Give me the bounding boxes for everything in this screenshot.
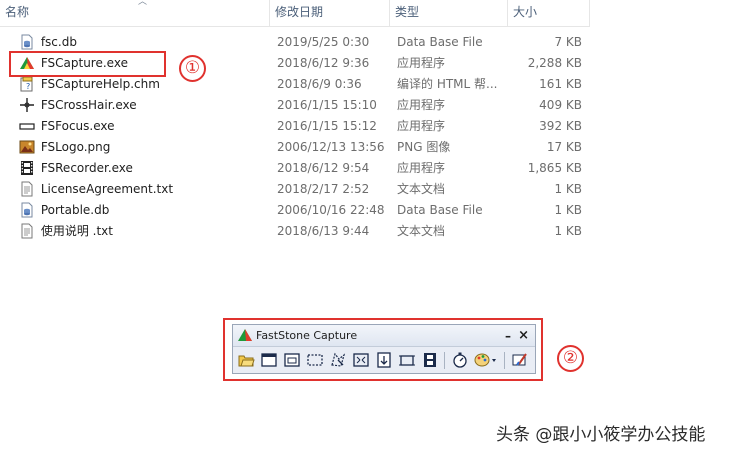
file-row[interactable]: fsc.db 2019/5/25 0:30 Data Base File 7 K… (0, 32, 600, 53)
watermark-text: 头条 @跟小小筱学办公技能 (496, 425, 706, 445)
file-date: 2018/6/12 9:54 (277, 161, 370, 175)
file-size: 7 KB (554, 35, 582, 49)
file-name: FSFocus.exe (40, 119, 115, 133)
file-type: 编译的 HTML 帮... (397, 77, 498, 91)
file-type: 应用程序 (397, 161, 446, 175)
file-size: 1 KB (554, 224, 582, 238)
file-size: 1,865 KB (527, 161, 582, 175)
faststone-logo-icon (238, 329, 252, 341)
file-name: FSRecorder.exe (40, 161, 133, 175)
delay-timer-icon[interactable] (450, 350, 470, 370)
file-date: 2016/1/15 15:12 (277, 119, 377, 133)
file-size: 161 KB (539, 77, 582, 91)
file-date: 2006/10/16 22:48 (277, 203, 385, 217)
file-type: 应用程序 (397, 98, 446, 112)
sort-up-icon: ︿ (138, 0, 148, 7)
file-type: Data Base File (397, 35, 483, 49)
file-name: Portable.db (40, 203, 110, 217)
open-folder-icon[interactable] (236, 350, 256, 370)
file-name: FSLogo.png (40, 140, 111, 154)
file-date: 2018/6/12 9:36 (277, 56, 370, 70)
png-image-icon (19, 139, 35, 155)
crosshair-icon (19, 97, 35, 113)
screen-recorder-icon[interactable] (420, 350, 440, 370)
file-type: PNG 图像 (397, 140, 451, 154)
svg-text:?: ? (26, 82, 30, 91)
file-date: 2018/2/17 2:52 (277, 182, 370, 196)
highlight-box-fscapture (9, 51, 166, 77)
file-name: fsc.db (40, 35, 77, 49)
capture-freehand-icon[interactable] (328, 350, 348, 370)
file-row[interactable]: ? FSCaptureHelp.chm 2018/6/9 0:36 编译的 HT… (0, 74, 600, 95)
file-size: 392 KB (539, 119, 582, 133)
focus-bar-icon (19, 118, 35, 134)
file-type: 应用程序 (397, 56, 446, 70)
file-row[interactable]: LicenseAgreement.txt 2018/2/17 2:52 文本文档… (0, 179, 600, 200)
callout-number-one: ① (179, 55, 206, 82)
capture-window-icon[interactable] (259, 350, 279, 370)
file-row[interactable]: FSLogo.png 2006/12/13 13:56 PNG 图像 17 KB (0, 137, 600, 158)
file-date: 2019/5/25 0:30 (277, 35, 370, 49)
file-date: 2018/6/13 9:44 (277, 224, 370, 238)
toolbar-title-bar[interactable]: FastStone Capture – × (233, 325, 535, 347)
file-type: 文本文档 (397, 224, 446, 238)
file-size: 2,288 KB (527, 56, 582, 70)
file-size: 409 KB (539, 98, 582, 112)
column-header-name[interactable]: 名称 ︿ (0, 0, 270, 26)
file-row[interactable]: Portable.db 2006/10/16 22:48 Data Base F… (0, 200, 600, 221)
capture-fixed-region-icon[interactable] (397, 350, 417, 370)
file-name: LicenseAgreement.txt (40, 182, 174, 196)
file-size: 1 KB (554, 182, 582, 196)
file-date: 2018/6/9 0:36 (277, 77, 362, 91)
file-name: FSCrossHair.exe (40, 98, 137, 112)
callout-number-two: ② (557, 345, 584, 372)
toolbar-separator (444, 352, 445, 369)
file-date: 2006/12/13 13:56 (277, 140, 385, 154)
close-button[interactable]: × (518, 326, 529, 346)
capture-fullscreen-icon[interactable] (351, 350, 371, 370)
text-file-icon (19, 223, 35, 239)
file-type: 文本文档 (397, 182, 446, 196)
db-file-icon (19, 34, 35, 50)
capture-object-icon[interactable] (282, 350, 302, 370)
file-size: 17 KB (546, 140, 582, 154)
file-name: 使用说明 .txt (40, 224, 113, 238)
film-recorder-icon (19, 160, 35, 176)
file-row[interactable]: FSCrossHair.exe 2016/1/15 15:10 应用程序 409… (0, 95, 600, 116)
file-row[interactable]: FSFocus.exe 2016/1/15 15:12 应用程序 392 KB (0, 116, 600, 137)
text-file-icon (19, 181, 35, 197)
file-size: 1 KB (554, 203, 582, 217)
column-header-size[interactable]: 大小 (508, 0, 590, 26)
toolbar-title: FastStone Capture (256, 329, 358, 342)
column-header-type[interactable]: 类型 (390, 0, 508, 26)
toolbar-separator (504, 352, 505, 369)
minimize-button[interactable]: – (505, 326, 511, 346)
capture-rectangle-icon[interactable] (305, 350, 325, 370)
file-date: 2016/1/15 15:10 (277, 98, 377, 112)
settings-brush-icon[interactable] (510, 350, 530, 370)
capture-scrolling-icon[interactable] (374, 350, 394, 370)
faststone-capture-toolbar-window: FastStone Capture – × (232, 324, 536, 374)
file-type: 应用程序 (397, 119, 446, 133)
file-name: FSCaptureHelp.chm (40, 77, 160, 91)
db-file-icon (19, 202, 35, 218)
file-row[interactable]: FSRecorder.exe 2018/6/12 9:54 应用程序 1,865… (0, 158, 600, 179)
output-palette-icon[interactable] (473, 350, 499, 370)
chm-help-icon: ? (19, 76, 35, 92)
column-header-bar: 名称 ︿ 修改日期 类型 大小 (0, 0, 590, 27)
file-type: Data Base File (397, 203, 483, 217)
file-row[interactable]: 使用说明 .txt 2018/6/13 9:44 文本文档 1 KB (0, 221, 600, 242)
column-header-date[interactable]: 修改日期 (270, 0, 390, 26)
